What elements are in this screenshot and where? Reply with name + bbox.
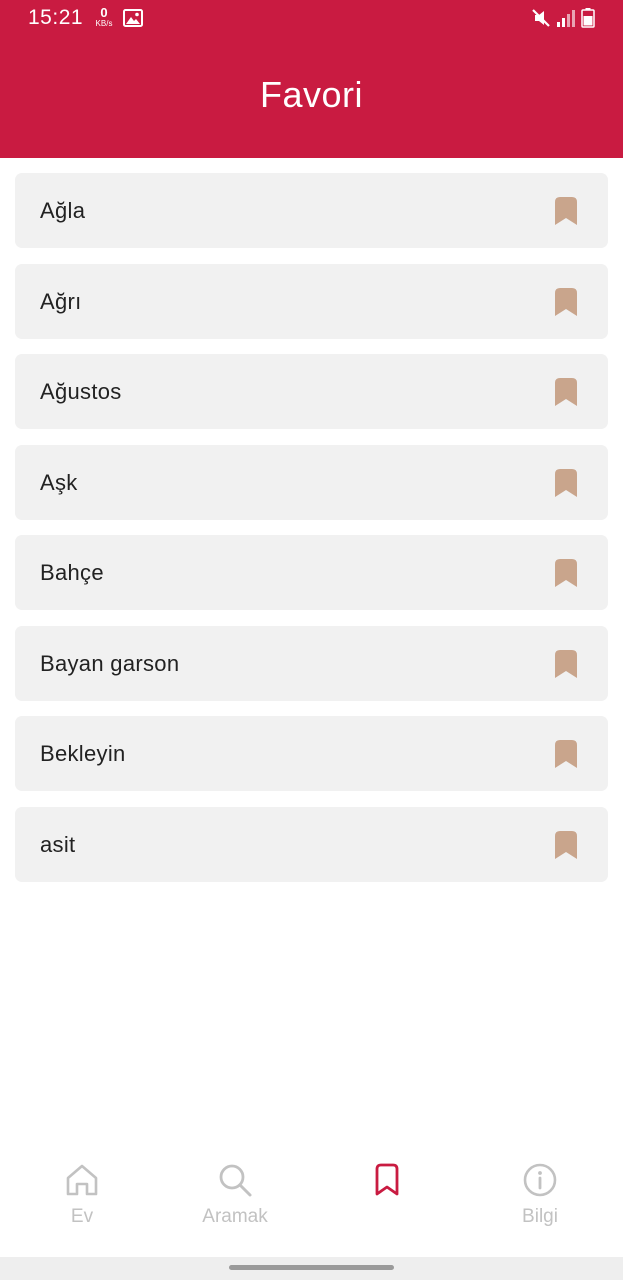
bookmark-icon[interactable]: [555, 197, 577, 225]
nav-item-search[interactable]: Aramak: [175, 1140, 295, 1257]
favorite-item-label: asit: [40, 831, 76, 857]
info-icon: [523, 1163, 557, 1197]
mute-icon: [532, 9, 550, 27]
favorite-item-label: Bekleyin: [40, 741, 126, 766]
favorite-item[interactable]: Bayan garson: [15, 625, 608, 701]
favorite-item-label: Bahçe: [40, 560, 104, 585]
network-speed-value: 0: [100, 5, 108, 20]
bookmark-icon[interactable]: [555, 468, 577, 497]
gallery-icon: [123, 9, 143, 27]
home-icon: [66, 1164, 98, 1196]
favorite-item[interactable]: Bekleyin: [15, 716, 608, 791]
favorite-item-label: Bayan garson: [40, 650, 180, 676]
nav-label-info: Bilgi: [522, 1206, 558, 1227]
signal-icon: [557, 10, 575, 27]
nav-item-info[interactable]: Bilgi: [480, 1140, 600, 1257]
battery-icon: [581, 8, 595, 28]
favorite-item[interactable]: Bahçe: [15, 535, 608, 610]
favorite-item[interactable]: asit: [15, 806, 608, 882]
favorite-item[interactable]: Ağrı: [15, 263, 608, 339]
network-speed-indicator: 0 KB/s: [91, 6, 117, 28]
favorite-item[interactable]: Aşk: [15, 444, 608, 520]
status-bar: 15:21 0 KB/s: [0, 0, 623, 38]
network-speed-unit: KB/s: [95, 19, 113, 28]
nav-item-favorites[interactable]: [327, 1140, 447, 1257]
bookmark-icon: [375, 1163, 399, 1196]
bottom-navigation: Ev Aramak Bilgi: [0, 1140, 623, 1257]
favorite-item[interactable]: Ağla: [15, 173, 608, 248]
home-gesture-handle[interactable]: [229, 1265, 394, 1270]
favorite-item-label: Aşk: [40, 469, 78, 495]
nav-item-home[interactable]: Ev: [22, 1140, 142, 1257]
bookmark-icon[interactable]: [555, 378, 577, 406]
page-title: Favori: [259, 74, 364, 115]
bookmark-icon[interactable]: [555, 649, 577, 678]
gesture-bar: [0, 1257, 623, 1280]
favorites-list: Ağla Ağrı Ağustos Aşk Bahçe Bayan garson: [15, 173, 608, 897]
app-header: 15:21 0 KB/s Favori: [0, 0, 623, 158]
favorite-item-label: Ağla: [40, 198, 86, 223]
favorite-item[interactable]: Ağustos: [15, 354, 608, 429]
bookmark-icon[interactable]: [555, 559, 577, 587]
search-icon: [219, 1164, 252, 1197]
favorite-item-label: Ağustos: [40, 379, 122, 404]
bookmark-icon[interactable]: [555, 287, 577, 316]
status-time: 15:21: [28, 6, 84, 29]
favorite-item-label: Ağrı: [40, 288, 82, 314]
nav-label-home: Ev: [70, 1206, 94, 1227]
bookmark-icon[interactable]: [555, 830, 577, 859]
nav-label-search: Aramak: [202, 1206, 268, 1227]
bookmark-icon[interactable]: [555, 740, 577, 768]
